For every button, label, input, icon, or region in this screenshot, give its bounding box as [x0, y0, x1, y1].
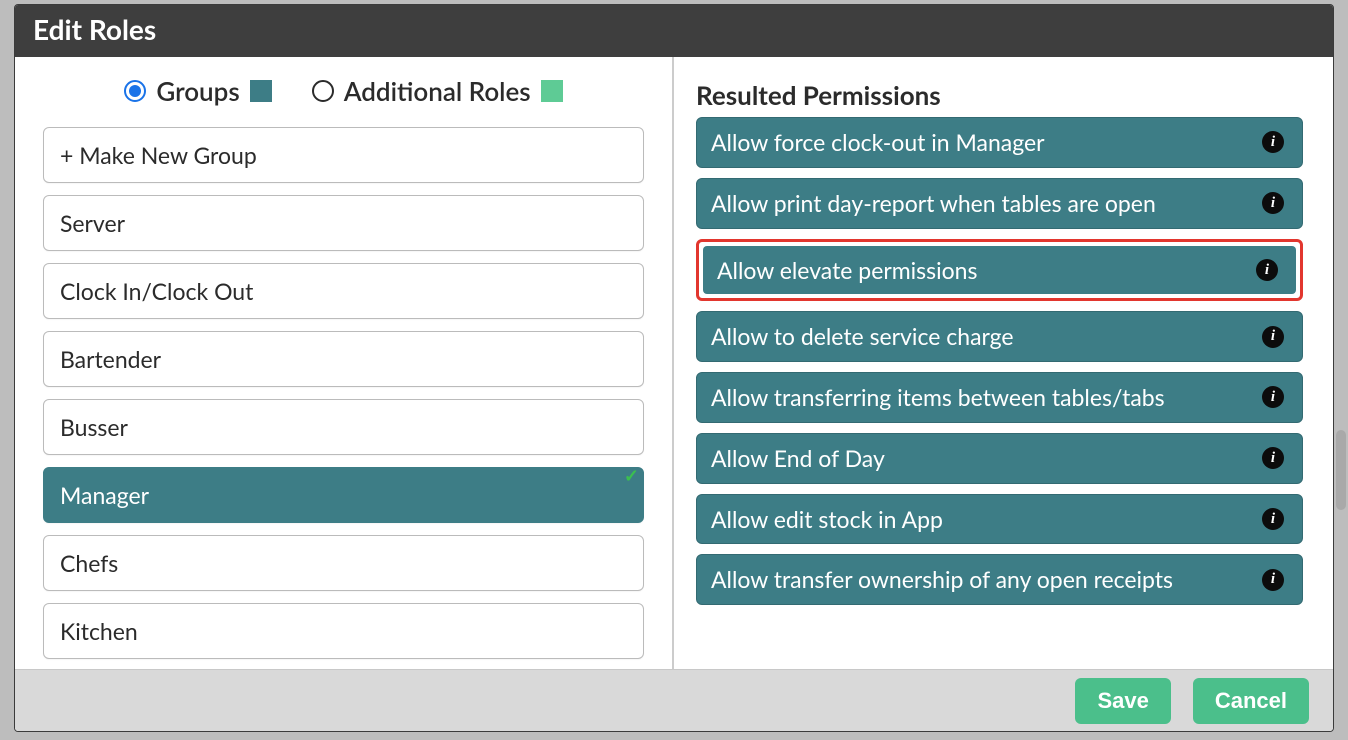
permissions-list: Allow force clock-out in ManageriAllow p… — [696, 117, 1303, 605]
group-item-label: Server — [60, 209, 125, 237]
info-icon[interactable]: i — [1262, 131, 1284, 153]
modal-header: Edit Roles — [15, 5, 1333, 57]
permission-label: Allow to delete service charge — [711, 322, 1262, 351]
left-panel: Groups Additional Roles + Make New Group… — [15, 57, 674, 669]
permission-item[interactable]: Allow print day-report when tables are o… — [696, 178, 1303, 229]
permission-label: Allow transfer ownership of any open rec… — [711, 565, 1262, 594]
edit-roles-modal: Edit Roles Groups Additional Roles + Mak… — [14, 4, 1334, 732]
radio-additional-circle[interactable] — [312, 80, 334, 102]
permission-label: Allow print day-report when tables are o… — [711, 189, 1262, 218]
permission-label: Allow End of Day — [711, 444, 1262, 473]
modal-body: Groups Additional Roles + Make New Group… — [15, 57, 1333, 669]
save-button[interactable]: Save — [1075, 678, 1170, 724]
info-icon[interactable]: i — [1262, 508, 1284, 530]
permission-item[interactable]: Allow End of Dayi — [696, 433, 1303, 484]
info-icon[interactable]: i — [1262, 326, 1284, 348]
group-item-label: Manager — [60, 481, 149, 509]
radio-groups-circle[interactable] — [124, 80, 146, 102]
group-item[interactable]: Bartender — [43, 331, 644, 387]
radio-additional[interactable]: Additional Roles — [312, 75, 563, 107]
permission-item[interactable]: Allow transferring items between tables/… — [696, 372, 1303, 423]
permission-label: Allow transferring items between tables/… — [711, 383, 1262, 412]
permission-label: Allow elevate permissions — [717, 256, 1256, 285]
radio-groups[interactable]: Groups — [124, 75, 271, 107]
right-panel: Resulted Permissions Allow force clock-o… — [674, 57, 1333, 669]
permissions-scroll[interactable]: Allow force clock-out in ManageriAllow p… — [696, 117, 1303, 657]
modal-footer: Save Cancel — [15, 669, 1333, 731]
permission-item-highlighted[interactable]: Allow elevate permissionsi — [696, 239, 1303, 302]
group-item[interactable]: Kitchen — [43, 603, 644, 659]
permission-item[interactable]: Allow edit stock in Appi — [696, 494, 1303, 545]
info-icon[interactable]: i — [1262, 447, 1284, 469]
info-icon[interactable]: i — [1262, 386, 1284, 408]
group-item[interactable]: Chefs — [43, 535, 644, 591]
make-new-group-label: + Make New Group — [60, 141, 257, 169]
cancel-button[interactable]: Cancel — [1193, 678, 1309, 724]
group-item-label: Busser — [60, 413, 128, 441]
group-item[interactable]: Server — [43, 195, 644, 251]
save-button-label: Save — [1097, 688, 1148, 713]
group-item-label: Chefs — [60, 549, 118, 577]
radio-additional-label: Additional Roles — [344, 75, 531, 107]
permission-label: Allow force clock-out in Manager — [711, 128, 1262, 157]
permission-item[interactable]: Allow force clock-out in Manageri — [696, 117, 1303, 168]
scrollbar-thumb[interactable] — [1336, 430, 1346, 510]
group-item-label: Kitchen — [60, 617, 138, 645]
radio-groups-label: Groups — [156, 75, 239, 107]
group-item[interactable]: Clock In/Clock Out — [43, 263, 644, 319]
group-item[interactable]: Manager ✓ — [43, 467, 644, 523]
group-item-label: Clock In/Clock Out — [60, 277, 253, 305]
permissions-title: Resulted Permissions — [696, 79, 1303, 111]
make-new-group-button[interactable]: + Make New Group — [43, 127, 644, 183]
modal-title: Edit Roles — [33, 12, 156, 46]
info-icon[interactable]: i — [1262, 569, 1284, 591]
info-icon[interactable]: i — [1256, 259, 1278, 281]
page-scrollbar[interactable] — [1336, 0, 1346, 740]
info-icon[interactable]: i — [1262, 192, 1284, 214]
permission-label: Allow edit stock in App — [711, 505, 1262, 534]
radio-group: Groups Additional Roles — [43, 75, 644, 107]
group-list: + Make New Group Server Clock In/Clock Ou… — [43, 127, 644, 659]
group-item[interactable]: Busser — [43, 399, 644, 455]
groups-swatch — [250, 80, 272, 102]
group-item-label: Bartender — [60, 345, 161, 373]
additional-swatch — [541, 80, 563, 102]
cancel-button-label: Cancel — [1215, 688, 1287, 713]
permission-item[interactable]: Allow transfer ownership of any open rec… — [696, 554, 1303, 605]
permission-item[interactable]: Allow to delete service chargei — [696, 311, 1303, 362]
check-icon: ✓ — [624, 464, 639, 487]
